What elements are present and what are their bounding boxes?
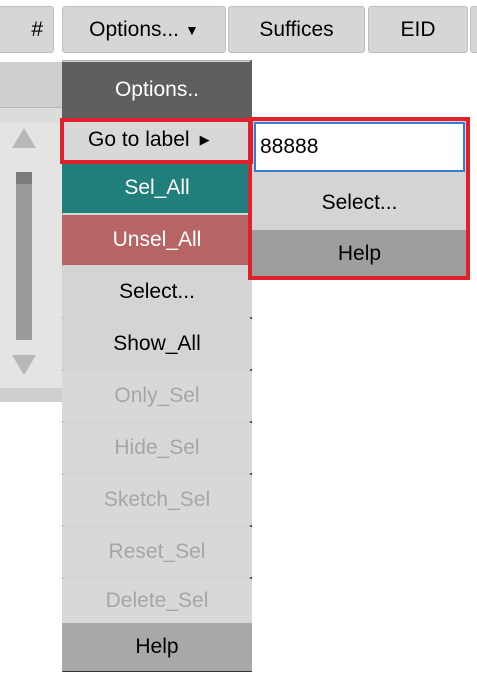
column-header-extra[interactable]: [470, 6, 477, 53]
menu-item-unsel-all[interactable]: Unsel_All: [62, 215, 252, 265]
menu-item-reset-sel[interactable]: Reset_Sel: [62, 527, 252, 577]
label-number-input[interactable]: [254, 122, 465, 172]
menu-item-show-all-label: Show_All: [113, 332, 201, 355]
dropdown-arrow-icon: ▼: [185, 21, 199, 38]
menu-item-delete-sel-label: Delete_Sel: [105, 589, 209, 612]
scrollbar-thumb-cap: [16, 172, 32, 184]
column-header-eid[interactable]: EID: [368, 6, 468, 53]
menu-item-show-all[interactable]: Show_All: [62, 319, 252, 369]
menu-item-go-to-label-text: Go to label: [88, 128, 190, 151]
menu-item-reset-sel-label: Reset_Sel: [108, 540, 206, 563]
scroll-up-arrow-icon[interactable]: [12, 128, 36, 148]
column-header-number[interactable]: #: [0, 6, 54, 53]
options-menu-button-label: Options...: [89, 17, 180, 41]
menu-item-go-to-label[interactable]: Go to label ▶: [62, 119, 252, 161]
menu-item-unsel-all-label: Unsel_All: [112, 228, 202, 251]
menu-item-hide-sel-label: Hide_Sel: [114, 436, 200, 459]
menu-item-delete-sel[interactable]: Delete_Sel: [62, 579, 252, 623]
submenu-arrow-icon: ▶: [199, 132, 210, 147]
column-header-suffices[interactable]: Suffices: [228, 6, 365, 53]
submenu-select-button[interactable]: Select...: [252, 178, 467, 228]
menu-item-sketch-sel[interactable]: Sketch_Sel: [62, 475, 252, 525]
menu-item-select[interactable]: Select...: [62, 267, 252, 317]
menu-title-label: Options..: [114, 78, 200, 101]
menu-item-help[interactable]: Help: [62, 623, 252, 671]
options-menu-button[interactable]: Options... ▼: [62, 6, 226, 53]
menu-item-select-label: Select...: [119, 280, 195, 303]
menu-item-hide-sel[interactable]: Hide_Sel: [62, 423, 252, 473]
submenu-select-label: Select...: [321, 191, 398, 214]
column-header-number-label: #: [31, 17, 43, 41]
list-pane-footer: [0, 388, 62, 402]
scroll-down-arrow-icon[interactable]: [12, 355, 36, 375]
column-header-eid-label: EID: [400, 17, 436, 41]
menu-title: Options..: [62, 62, 252, 118]
menu-item-sel-all-label: Sel_All: [124, 176, 190, 199]
column-header-suffices-label: Suffices: [259, 17, 334, 41]
menu-item-sketch-sel-label: Sketch_Sel: [103, 488, 211, 511]
submenu-help-button[interactable]: Help: [252, 230, 467, 278]
menu-item-only-sel-label: Only_Sel: [114, 384, 200, 407]
scrollbar-thumb[interactable]: [16, 172, 32, 340]
menu-item-help-label: Help: [135, 635, 179, 658]
submenu-help-label: Help: [337, 242, 382, 265]
menu-item-sel-all[interactable]: Sel_All: [62, 163, 252, 213]
list-pane-row[interactable]: [0, 62, 62, 108]
menu-item-only-sel[interactable]: Only_Sel: [62, 371, 252, 421]
